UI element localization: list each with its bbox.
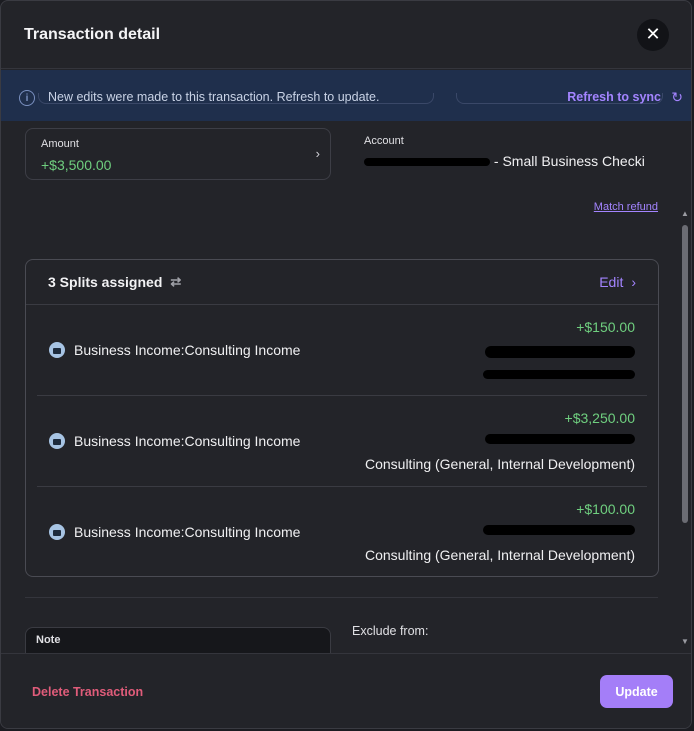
edit-splits-button[interactable]: Edit › xyxy=(599,274,636,290)
modal-body: Amount +$3,500.00 › Account - Small Busi… xyxy=(1,121,681,653)
amount-value: +$3,500.00 xyxy=(41,157,112,173)
split-class: Consulting (General, Internal Developmen… xyxy=(364,456,635,472)
modal-title: Transaction detail xyxy=(24,25,161,43)
amount-field[interactable]: Amount +$3,500.00 › xyxy=(25,128,331,180)
delete-transaction-button[interactable]: Delete Transaction xyxy=(32,685,143,699)
update-button[interactable]: Update xyxy=(600,675,673,708)
split-amount: +$150.00 xyxy=(576,319,635,335)
split-category: Business Income:Consulting Income xyxy=(74,342,301,358)
banner-message: New edits were made to this transaction.… xyxy=(48,90,380,104)
sync-banner: i New edits were made to this transactio… xyxy=(1,70,691,121)
swap-icon: ⇄ xyxy=(170,274,182,289)
split-vendor xyxy=(483,521,635,537)
account-field: Account - Small Business Checki xyxy=(364,135,654,169)
split-row: Business Income:Consulting Income +$100.… xyxy=(37,487,647,577)
split-amount: +$3,250.00 xyxy=(564,410,635,426)
split-category: Business Income:Consulting Income xyxy=(74,524,301,540)
splits-header: 3 Splits assigned ⇄ Edit › xyxy=(26,260,658,305)
match-refund-link[interactable]: Match refund xyxy=(594,201,658,213)
close-icon: ✕ xyxy=(645,24,661,44)
transaction-detail-modal: Transaction detail ✕ i New edits were ma… xyxy=(0,0,692,729)
refresh-icon[interactable]: ↻ xyxy=(671,89,683,106)
split-vendor xyxy=(485,430,635,446)
note-field[interactable]: Note xyxy=(25,627,331,653)
info-icon: i xyxy=(19,90,35,106)
account-value: - Small Business Checki xyxy=(364,153,654,169)
split-class xyxy=(483,365,635,381)
split-class: Consulting (General, Internal Developmen… xyxy=(364,547,635,563)
split-row: Business Income:Consulting Income +$3,25… xyxy=(37,396,647,487)
refresh-to-sync-link[interactable]: Refresh to sync xyxy=(567,90,661,104)
scroll-down-arrow-icon[interactable]: ▼ xyxy=(681,637,689,646)
chevron-right-icon: › xyxy=(631,274,636,290)
briefcase-icon xyxy=(49,433,65,449)
note-label: Note xyxy=(36,634,61,646)
scroll-up-arrow-icon[interactable]: ▲ xyxy=(681,209,689,218)
chevron-right-icon: › xyxy=(315,146,320,161)
scrollbar[interactable]: ▲ ▼ xyxy=(679,121,691,653)
section-divider xyxy=(25,597,658,598)
split-row: Business Income:Consulting Income +$150.… xyxy=(37,305,647,396)
split-vendor xyxy=(485,343,635,359)
amount-label: Amount xyxy=(41,138,79,150)
splits-panel: 3 Splits assigned ⇄ Edit › Business Inco… xyxy=(25,259,659,577)
briefcase-icon xyxy=(49,524,65,540)
modal-header: Transaction detail ✕ xyxy=(1,1,691,69)
exclude-from-label: Exclude from: xyxy=(352,624,429,638)
split-amount: +$100.00 xyxy=(576,501,635,517)
splits-title: 3 Splits assigned ⇄ xyxy=(48,274,182,290)
modal-footer: Delete Transaction Update xyxy=(1,653,691,728)
account-label: Account xyxy=(364,135,404,147)
briefcase-icon xyxy=(49,342,65,358)
close-button[interactable]: ✕ xyxy=(637,18,669,51)
redaction xyxy=(364,158,490,167)
scrollbar-thumb[interactable] xyxy=(682,225,688,523)
split-category: Business Income:Consulting Income xyxy=(74,433,301,449)
